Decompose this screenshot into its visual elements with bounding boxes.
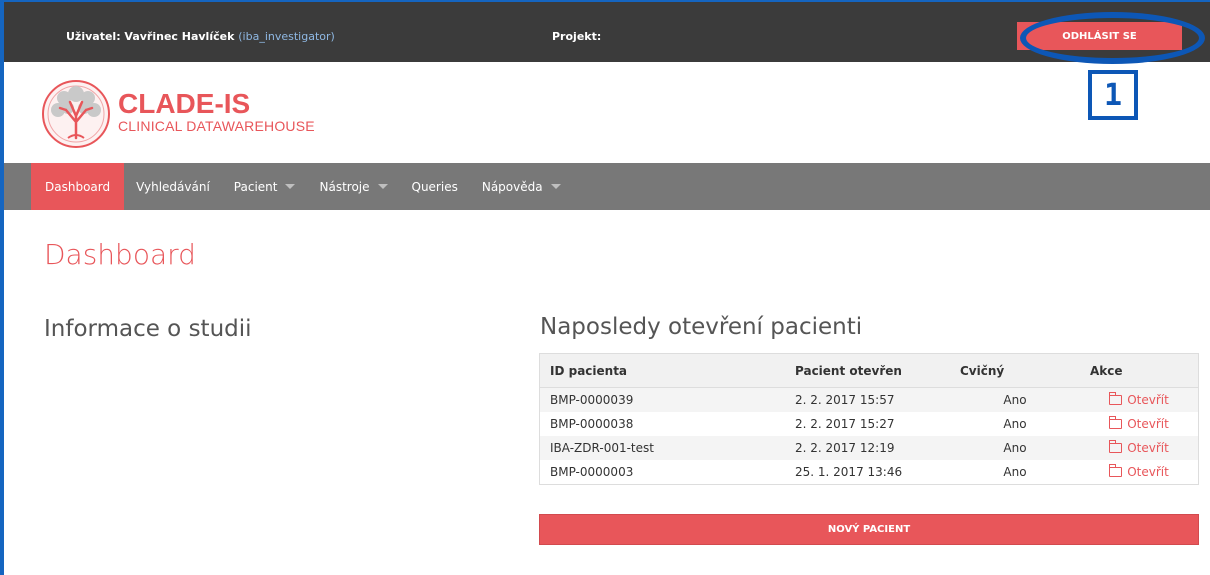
open-label: Otevřít	[1127, 393, 1169, 407]
open-label: Otevřít	[1127, 465, 1169, 479]
open-patient-link[interactable]: Otevřít	[1109, 440, 1169, 455]
user-name: Uživatel: Vavřinec Havlíček	[66, 30, 235, 43]
open-patient-link[interactable]: Otevřít	[1109, 392, 1169, 407]
open-label: Otevřít	[1127, 417, 1169, 431]
col-action: Akce	[1080, 353, 1199, 388]
table-row: BMP-0000003 25. 1. 2017 13:46 Ano Otevří…	[540, 460, 1199, 485]
folder-open-icon	[1109, 416, 1123, 429]
col-patient-id[interactable]: ID pacienta	[539, 353, 785, 388]
practice-flag: Ano	[1003, 465, 1027, 479]
chevron-down-icon	[377, 184, 388, 189]
user-login-link[interactable]: (iba_investigator)	[238, 30, 335, 43]
folder-open-icon	[1109, 464, 1123, 477]
patient-id: BMP-0000039	[539, 387, 785, 412]
window-frame	[0, 0, 1210, 575]
practice-flag: Ano	[1003, 417, 1027, 431]
nav-search-label: Vyhledávání	[136, 179, 210, 194]
table-row: BMP-0000038 2. 2. 2017 15:27 Ano Otevřít	[540, 412, 1199, 436]
opened-time: 2. 2. 2017 12:19	[785, 436, 950, 460]
new-patient-button[interactable]: NOVÝ PACIENT	[539, 514, 1199, 545]
table-header-row: ID pacienta Pacient otevřen Cvičný Akce	[539, 353, 1199, 388]
nav-patient-dropdown[interactable]: Pacient	[222, 163, 308, 210]
recent-patients-table: ID pacienta Pacient otevřen Cvičný Akce …	[539, 353, 1199, 485]
open-patient-link[interactable]: Otevřít	[1109, 464, 1169, 479]
logout-button[interactable]: ODHLÁSIT SE	[1017, 22, 1182, 50]
patient-id: IBA-ZDR-001-test	[539, 436, 785, 460]
nav-tools-label: Nástroje	[319, 179, 370, 194]
clade-tree-logo-icon[interactable]	[40, 78, 112, 150]
col-opened[interactable]: Pacient otevřen	[785, 353, 950, 388]
nav-queries[interactable]: Queries	[400, 163, 470, 210]
folder-open-icon	[1109, 392, 1123, 405]
chevron-down-icon	[285, 184, 296, 189]
opened-time: 2. 2. 2017 15:27	[795, 417, 895, 431]
nav-dashboard[interactable]: Dashboard	[31, 163, 125, 210]
table-row: IBA-ZDR-001-test 2. 2. 2017 12:19 Ano Ot…	[539, 436, 1199, 460]
col-practice[interactable]: Cvičný	[950, 353, 1080, 388]
brand-name: CLADE-IS	[118, 88, 251, 119]
nav-help-dropdown[interactable]: Nápověda	[470, 163, 573, 210]
opened-time: 2. 2. 2017 15:57	[785, 387, 950, 412]
chevron-down-icon	[550, 184, 561, 189]
current-user: Uživatel: Vavřinec Havlíček (iba_investi…	[66, 30, 335, 43]
patient-id: BMP-0000038	[550, 417, 634, 431]
page-title: Dashboard	[44, 238, 196, 271]
folder-open-icon	[1109, 440, 1123, 453]
brand-subtitle: CLINICAL DATAWAREHOUSE	[118, 118, 315, 134]
nav-queries-label: Queries	[411, 179, 458, 194]
patient-id: BMP-0000003	[550, 465, 634, 479]
main-nav: Dashboard Vyhledávání Pacient Nástroje Q…	[4, 163, 1210, 210]
annotation-badge: 1	[1088, 70, 1138, 120]
study-info-heading: Informace o studii	[44, 316, 252, 342]
nav-help-label: Nápověda	[481, 179, 543, 194]
nav-search[interactable]: Vyhledávání	[124, 163, 222, 210]
practice-flag: Ano	[950, 387, 1080, 412]
nav-dashboard-label: Dashboard	[45, 179, 111, 194]
practice-flag: Ano	[950, 436, 1080, 460]
open-patient-link[interactable]: Otevřít	[1109, 416, 1169, 431]
table-row: BMP-0000039 2. 2. 2017 15:57 Ano Otevřít	[539, 387, 1199, 412]
nav-patient-label: Pacient	[233, 179, 278, 194]
project-label: Projekt:	[552, 30, 602, 43]
recent-patients-heading: Naposledy otevření pacienti	[540, 314, 863, 340]
open-label: Otevřít	[1127, 441, 1169, 455]
opened-time: 25. 1. 2017 13:46	[795, 465, 903, 479]
nav-tools-dropdown[interactable]: Nástroje	[307, 163, 399, 210]
